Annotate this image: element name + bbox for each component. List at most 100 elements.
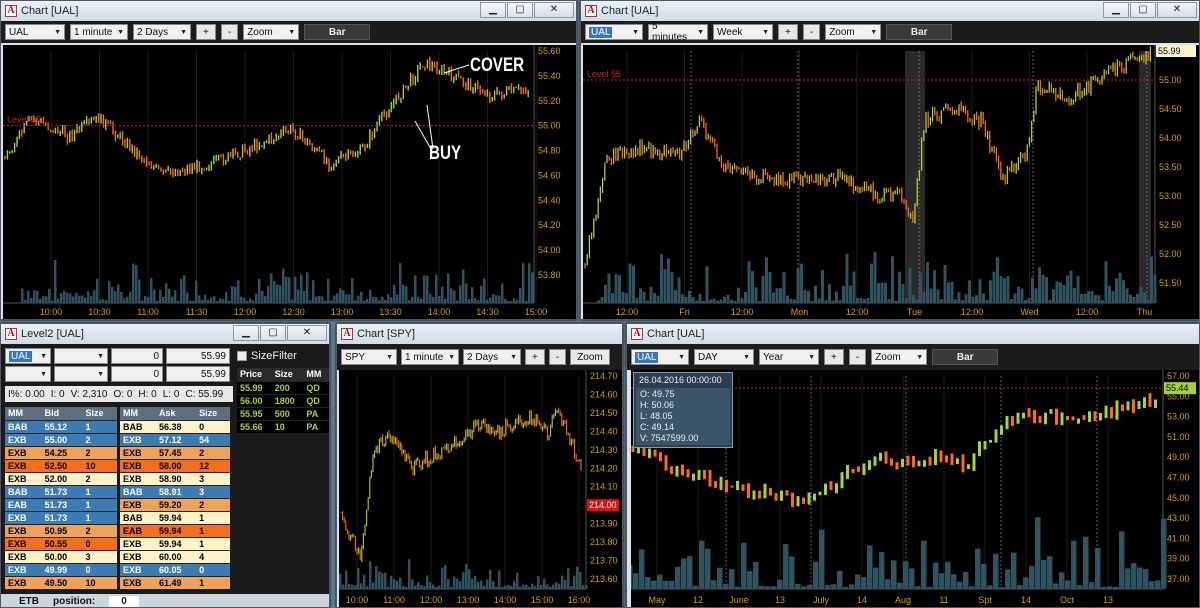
interval-select[interactable]: 1 minute ▼ bbox=[70, 24, 128, 40]
table-row[interactable]: BAB 56.38 0 bbox=[120, 420, 230, 434]
chart-window-ual-5min[interactable]: A Chart [UAL] ▁ ▢ ✕ UAL ▼ 5 minutes ▼ Week ▼ … bbox=[580, 0, 1200, 320]
volume-bar bbox=[438, 295, 441, 303]
zoom-in-button[interactable]: + bbox=[196, 24, 216, 40]
table-row[interactable]: EXB 59.94 1 bbox=[120, 537, 230, 551]
zoom-button[interactable]: Zoom bbox=[570, 349, 610, 365]
level-label: Level 55 bbox=[587, 69, 621, 79]
symbol-select[interactable]: UAL ▼ bbox=[5, 24, 65, 40]
route-select[interactable]: ▼ bbox=[54, 348, 108, 364]
table-row[interactable]: EXB 60.05 0 bbox=[120, 563, 230, 577]
chart-style-button[interactable]: Bar bbox=[932, 349, 999, 365]
chart-style-button[interactable]: Bar bbox=[304, 24, 371, 40]
volume-bar bbox=[891, 256, 894, 303]
zoom-out-button[interactable]: - bbox=[802, 24, 821, 40]
title-bar[interactable]: A Chart [UAL] ▁ ▢ ✕ bbox=[1, 1, 576, 21]
table-row[interactable]: EXB 59.20 2 bbox=[120, 498, 230, 512]
interval-select[interactable]: 1 minute ▼ bbox=[401, 349, 459, 365]
table-cell: 61.49 bbox=[155, 576, 197, 590]
range-select[interactable]: Week ▼ bbox=[713, 24, 773, 40]
table-row[interactable]: EXB 52.00 2 bbox=[5, 472, 117, 486]
minimize-icon[interactable]: ▁ bbox=[1103, 2, 1129, 18]
table-row[interactable]: EXB 57.45 2 bbox=[120, 446, 230, 460]
table-row[interactable]: 55.95 500 PA bbox=[237, 407, 329, 421]
range-select[interactable]: 2 Days ▼ bbox=[463, 349, 521, 365]
size-filter-toggle[interactable]: SizeFilter bbox=[237, 350, 297, 362]
table-row[interactable]: EXB 50.00 3 bbox=[5, 550, 117, 564]
maximize-icon[interactable]: ▢ bbox=[1130, 2, 1156, 18]
range-select[interactable]: Year ▼ bbox=[759, 349, 819, 365]
table-row[interactable]: EXB 51.73 1 bbox=[5, 511, 117, 525]
price-field[interactable]: 55.99 bbox=[166, 348, 230, 364]
price-chart[interactable]: 10:00 11:00 12:00 13:00 14:00 15:00 16:00 214.7… bbox=[339, 370, 622, 607]
volume-bar bbox=[459, 581, 462, 589]
table-row[interactable]: BAB 59.94 1 bbox=[120, 511, 230, 525]
chart-window-ual-1min[interactable]: A Chart [UAL] ▁ ▢ ✕ UAL ▼ 1 minute ▼ 2 Days ▼… bbox=[0, 0, 577, 320]
quantity-stepper[interactable]: 0 bbox=[111, 348, 163, 364]
symbol-select[interactable]: UAL ▼ bbox=[5, 348, 51, 364]
table-row[interactable]: EXB 55.00 2 bbox=[5, 433, 117, 447]
table-row[interactable]: EXB 60.00 4 bbox=[120, 550, 230, 564]
table-row[interactable]: EAB 59.94 1 bbox=[120, 524, 230, 538]
table-row[interactable]: EXB 49.50 10 bbox=[5, 576, 117, 590]
chart-style-button[interactable]: Bar bbox=[886, 24, 953, 40]
close-icon[interactable]: ✕ bbox=[534, 2, 574, 18]
table-row[interactable]: EXB 54.25 2 bbox=[5, 446, 117, 460]
quantity-stepper[interactable]: 0 bbox=[111, 366, 163, 382]
table-row[interactable]: EAB 51.73 1 bbox=[5, 498, 117, 512]
symbol-select[interactable]: UAL ▼ bbox=[585, 24, 643, 40]
maximize-icon[interactable]: ▢ bbox=[260, 325, 286, 341]
maximize-icon[interactable]: ▢ bbox=[507, 2, 533, 18]
table-row[interactable]: BAB 55.12 1 bbox=[5, 420, 117, 434]
volume-bar bbox=[1059, 282, 1062, 303]
volume-bar bbox=[716, 300, 719, 303]
title-bar[interactable]: A Chart [UAL] ▁ ▢ ✕ bbox=[581, 1, 1199, 21]
tif-select[interactable]: ▼ bbox=[54, 366, 108, 382]
table-row[interactable]: BAB 58.91 3 bbox=[120, 485, 230, 499]
zoom-out-button[interactable]: - bbox=[548, 349, 567, 365]
zoom-select[interactable]: Zoom ▼ bbox=[825, 24, 882, 40]
account-select[interactable]: ▼ bbox=[5, 366, 51, 382]
minimize-icon[interactable]: ▁ bbox=[480, 2, 506, 18]
title-bar[interactable]: A Level2 [UAL] ▁ ▢ ✕ bbox=[1, 324, 329, 344]
level2-window[interactable]: A Level2 [UAL] ▁ ▢ ✕ UAL ▼ ▼ 0 55.99 ▼ ▼ 0 … bbox=[0, 323, 330, 608]
table-row[interactable]: 55.66 10 PA bbox=[237, 420, 329, 434]
zoom-out-button[interactable]: - bbox=[848, 349, 867, 365]
table-row[interactable]: 55.99 200 QD bbox=[237, 381, 329, 395]
zoom-out-button[interactable]: - bbox=[220, 24, 239, 40]
title-bar[interactable]: A Chart [SPY] bbox=[337, 324, 622, 344]
table-row[interactable]: EXB 61.49 1 bbox=[120, 576, 230, 590]
close-icon[interactable]: ✕ bbox=[1157, 2, 1197, 18]
table-row[interactable]: 56.00 1800 QD bbox=[237, 394, 329, 408]
table-row[interactable]: EXB 49.99 0 bbox=[5, 563, 117, 577]
range-select[interactable]: 2 Days ▼ bbox=[133, 24, 191, 40]
zoom-in-button[interactable]: + bbox=[525, 349, 545, 365]
price-chart[interactable]: May 12 June 13 July 14 Aug 11 Spt 14 Oct 13 57.00 55.… bbox=[631, 370, 1199, 607]
interval-select[interactable]: 5 minutes ▼ bbox=[648, 21, 708, 43]
interval-select[interactable]: DAY ▼ bbox=[694, 349, 754, 365]
table-row[interactable]: EXB 50.95 2 bbox=[5, 524, 117, 538]
minimize-icon[interactable]: ▁ bbox=[233, 325, 259, 341]
checkbox-icon[interactable] bbox=[237, 351, 247, 361]
volume-bar bbox=[793, 299, 796, 303]
table-row[interactable]: BAB 51.73 1 bbox=[5, 485, 117, 499]
chart-window-ual-daily[interactable]: A Chart [UAL] UAL ▼ DAY ▼ Year ▼ + - Zoom ▼ … bbox=[626, 323, 1200, 608]
zoom-in-button[interactable]: + bbox=[824, 349, 844, 365]
symbol-select[interactable]: SPY ▼ bbox=[341, 349, 397, 365]
chart-window-spy[interactable]: A Chart [SPY] SPY ▼ 1 minute ▼ 2 Days ▼ + -… bbox=[336, 323, 623, 608]
volume-bar bbox=[36, 291, 39, 303]
price-field[interactable]: 55.99 bbox=[166, 366, 230, 382]
close-icon[interactable]: ✕ bbox=[287, 325, 327, 341]
table-row[interactable]: EXB 52.50 10 bbox=[5, 459, 117, 473]
price-chart[interactable]: 12:00 Fri 12:00 Mon 12:00 Tue 12:00 Wed 12:00 Thu… bbox=[583, 45, 1199, 319]
table-row[interactable]: EXB 58.90 3 bbox=[120, 472, 230, 486]
table-row[interactable]: EXB 58.00 12 bbox=[120, 459, 230, 473]
volume-bar bbox=[657, 574, 663, 589]
price-chart[interactable]: 10:00 10:30 11:00 11:30 12:00 12:30 13:00 13:30… bbox=[3, 45, 576, 319]
zoom-select[interactable]: Zoom ▼ bbox=[871, 349, 928, 365]
zoom-in-button[interactable]: + bbox=[778, 24, 798, 40]
table-row[interactable]: EXB 57.12 54 bbox=[120, 433, 230, 447]
title-bar[interactable]: A Chart [UAL] bbox=[627, 324, 1199, 344]
table-row[interactable]: EXB 50.55 0 bbox=[5, 537, 117, 551]
zoom-select[interactable]: Zoom ▼ bbox=[243, 24, 300, 40]
symbol-select[interactable]: UAL ▼ bbox=[631, 349, 689, 365]
